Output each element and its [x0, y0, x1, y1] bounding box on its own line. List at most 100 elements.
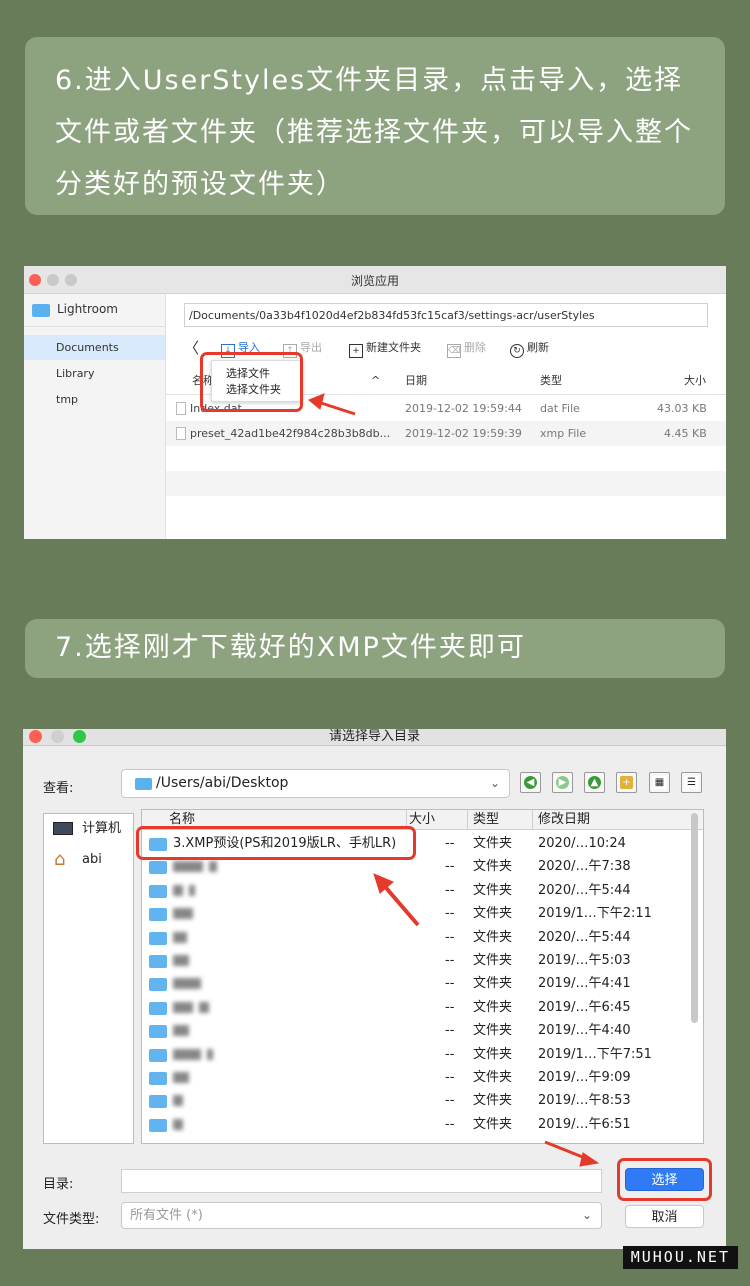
- list-view-icon: ☰: [685, 776, 698, 789]
- redacted-name: [173, 908, 193, 920]
- cell-type: 文件夹: [473, 999, 513, 1015]
- back-nav-button[interactable]: ◀: [520, 772, 541, 793]
- filetype-select[interactable]: 所有文件 (*) ⌄: [121, 1202, 602, 1229]
- folder-icon: [149, 1048, 167, 1062]
- cell-type: 文件夹: [473, 953, 513, 968]
- sidebar-item-library[interactable]: Library: [24, 361, 165, 386]
- empty-row: [166, 471, 726, 496]
- folder-icon: [32, 304, 50, 317]
- computer-icon: [53, 822, 73, 835]
- cell-type: 文件夹: [473, 882, 513, 898]
- dialog-titlebar: 请选择导入目录: [23, 729, 726, 746]
- cell-size: --: [445, 1116, 455, 1132]
- chevron-down-icon: ⌄: [581, 1208, 592, 1222]
- forward-nav-button[interactable]: ▶: [552, 772, 573, 793]
- cell-type: 文件夹: [473, 1023, 513, 1039]
- arrow-left-icon: ◀: [524, 776, 537, 789]
- redacted-name: [207, 1048, 213, 1060]
- folder-icon: [149, 1025, 167, 1039]
- redacted-name: [173, 1048, 201, 1060]
- new-folder-button[interactable]: +: [616, 772, 637, 793]
- scrollbar[interactable]: [691, 813, 698, 1023]
- redacted-name: [173, 1025, 189, 1037]
- cell-date: 2019/1…下午2:11: [538, 906, 652, 922]
- table-row[interactable]: -- 文件夹 2019/…午8:53: [142, 1089, 697, 1112]
- cell-date: 2019/1…下午7:51: [538, 1046, 652, 1062]
- folder-icon: [149, 1001, 167, 1015]
- cell-date: 2019/…午6:51: [538, 1116, 631, 1132]
- folder-icon: [149, 955, 167, 968]
- arrow-right-icon: ▶: [556, 776, 569, 789]
- table-row[interactable]: -- 文件夹 2019/1…下午2:11: [142, 902, 697, 925]
- table-row[interactable]: -- 文件夹 2020/…午5:44: [142, 926, 697, 949]
- column-type[interactable]: 类型: [473, 810, 499, 829]
- sidebar-item-tmp[interactable]: tmp: [24, 387, 165, 412]
- table-row[interactable]: -- 文件夹 2019/…午4:40: [142, 1019, 697, 1042]
- cell-type: 文件夹: [473, 1093, 513, 1109]
- grid-view-icon: ▦: [653, 776, 666, 789]
- table-row[interactable]: -- 文件夹 2019/1…下午7:51: [142, 1043, 697, 1066]
- cell-type: 文件夹: [473, 859, 513, 875]
- step7-banner: 7.选择刚才下载好的XMP文件夹即可: [25, 619, 725, 678]
- cell-date: 2019/…午5:03: [538, 953, 631, 968]
- browse-app-window: 浏览应用 Lightroom Documents Library tmp /Do…: [24, 266, 726, 539]
- redacted-name: [173, 1118, 183, 1130]
- cell-date: 2020/…10:24: [538, 836, 626, 851]
- cell-size: --: [445, 929, 455, 945]
- cell-size: --: [445, 999, 455, 1015]
- column-modified[interactable]: 修改日期: [538, 810, 590, 829]
- cell-date: 2019/…午4:40: [538, 1023, 631, 1039]
- refresh-button[interactable]: ↻ 刷新: [510, 338, 549, 358]
- delete-button[interactable]: ⌫ 删除: [447, 338, 486, 358]
- directory-input[interactable]: [121, 1169, 602, 1193]
- column-type[interactable]: 类型: [540, 368, 562, 394]
- folder-icon: [149, 1118, 167, 1132]
- list-view-button[interactable]: ☰: [681, 772, 702, 793]
- table-row[interactable]: -- 文件夹 2019/…午4:41: [142, 972, 697, 995]
- dialog-title: 请选择导入目录: [328, 729, 420, 744]
- cell-date: 2020/…午5:44: [538, 929, 631, 945]
- cell-size: --: [445, 906, 455, 922]
- look-in-combo[interactable]: /Users/abi/Desktop ⌄: [121, 769, 510, 798]
- table-row[interactable]: -- 文件夹 2019/…午6:45: [142, 996, 697, 1019]
- column-date[interactable]: 日期: [405, 368, 427, 394]
- sort-caret-icon[interactable]: ^: [371, 368, 380, 394]
- new-folder-button[interactable]: + 新建文件夹: [349, 338, 421, 358]
- folder-icon: [149, 931, 167, 945]
- cell-size: --: [445, 1093, 455, 1109]
- column-size[interactable]: 大小: [684, 368, 706, 394]
- redacted-name: [173, 884, 183, 896]
- folder-icon: [149, 861, 167, 875]
- table-row[interactable]: -- 文件夹 2019/…午6:51: [142, 1113, 697, 1136]
- cell-type: 文件夹: [473, 1116, 513, 1132]
- file-browser-main: /Documents/0a33b4f1020d4ef2b834fd53fc15c…: [166, 294, 726, 539]
- redacted-name: [199, 1001, 209, 1013]
- table-row[interactable]: -- 文件夹 2019/…午9:09: [142, 1066, 697, 1089]
- highlight-box: [617, 1158, 712, 1201]
- back-button[interactable]: 〈: [184, 338, 199, 358]
- table-row[interactable]: -- 文件夹 2019/…午5:03: [142, 949, 697, 972]
- table-row[interactable]: -- 文件夹 2020/…午5:44: [142, 879, 697, 902]
- cell-type: 文件夹: [473, 836, 513, 851]
- folder-icon: [149, 908, 167, 922]
- redacted-name: [173, 1072, 189, 1083]
- cell-size: --: [445, 882, 455, 898]
- redacted-name: [189, 884, 195, 896]
- table-row[interactable]: preset_42ad1be42f984c28b3b8db... 2019-12…: [166, 421, 726, 446]
- cell-date: 2019/…午6:45: [538, 999, 631, 1015]
- path-field[interactable]: /Documents/0a33b4f1020d4ef2b834fd53fc15c…: [184, 303, 708, 327]
- cell-size: --: [445, 859, 455, 875]
- icon-view-button[interactable]: ▦: [649, 772, 670, 793]
- cell-date: 2019/…午4:41: [538, 976, 631, 992]
- column-size[interactable]: 大小: [409, 810, 435, 829]
- parent-dir-button[interactable]: ▲: [584, 772, 605, 793]
- cell-type: 文件夹: [473, 976, 513, 992]
- sidebar-item-documents[interactable]: Documents: [24, 335, 165, 360]
- sidebar: Lightroom Documents Library tmp: [24, 294, 166, 539]
- cell-size: --: [445, 976, 455, 992]
- cell-type: 文件夹: [473, 1070, 513, 1085]
- cancel-button[interactable]: 取消: [625, 1205, 704, 1228]
- redacted-name: [173, 955, 189, 966]
- cell-size: --: [445, 836, 455, 851]
- window-titlebar: 浏览应用: [24, 266, 726, 294]
